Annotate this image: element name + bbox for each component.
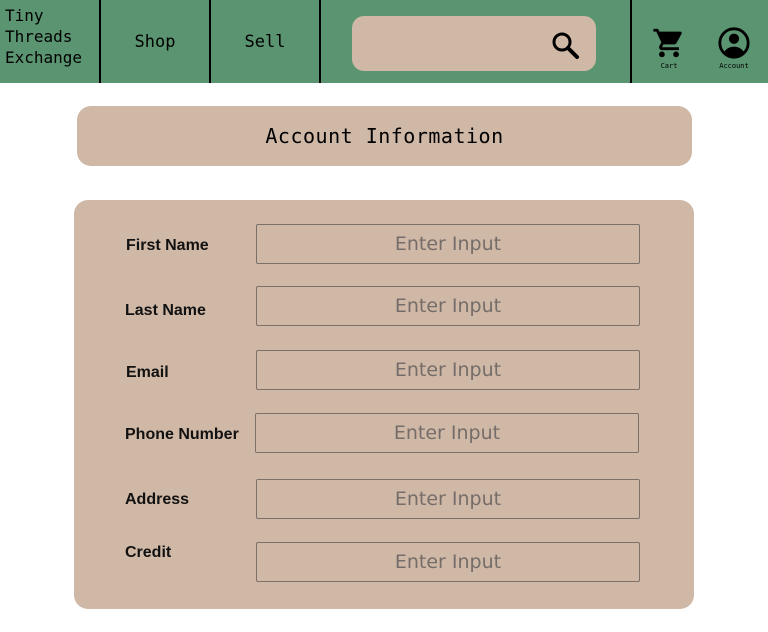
phone-number-input[interactable] [255, 413, 639, 453]
account-form: First Name Last Name Email Phone Number … [74, 200, 694, 609]
account-circle-icon [718, 27, 750, 59]
top-navbar: Tiny Threads Exchange Shop Sell Cart Acc… [0, 0, 768, 83]
address-label: Address [125, 491, 190, 508]
first-name-input[interactable] [256, 224, 640, 264]
search-icon[interactable] [550, 30, 580, 60]
account-button[interactable]: Account [712, 26, 756, 72]
page-title: Account Information [265, 124, 504, 148]
cart-label: Cart [660, 62, 678, 70]
credit-input[interactable] [256, 542, 640, 582]
phone-number-label: Phone Number [125, 426, 239, 443]
last-name-input[interactable] [256, 286, 640, 326]
cart-icon [653, 28, 682, 58]
first-name-label: First Name [126, 237, 209, 254]
address-input[interactable] [256, 479, 640, 519]
brand-logo[interactable]: Tiny Threads Exchange [0, 0, 101, 83]
search-input[interactable] [366, 26, 546, 60]
email-input[interactable] [256, 350, 640, 390]
account-label: Account [719, 62, 749, 70]
credit-label: Credit [125, 544, 172, 561]
nav-shop-link[interactable]: Shop [101, 0, 211, 83]
cart-button[interactable]: Cart [650, 26, 688, 72]
email-label: Email [126, 364, 169, 381]
nav-divider [630, 0, 632, 83]
brand-line: Exchange [5, 48, 83, 67]
brand-line: Tiny [5, 6, 44, 25]
last-name-label: Last Name [125, 302, 206, 319]
nav-sell-link[interactable]: Sell [211, 0, 321, 83]
brand-line: Threads [5, 27, 73, 46]
page-title-card: Account Information [77, 106, 692, 166]
